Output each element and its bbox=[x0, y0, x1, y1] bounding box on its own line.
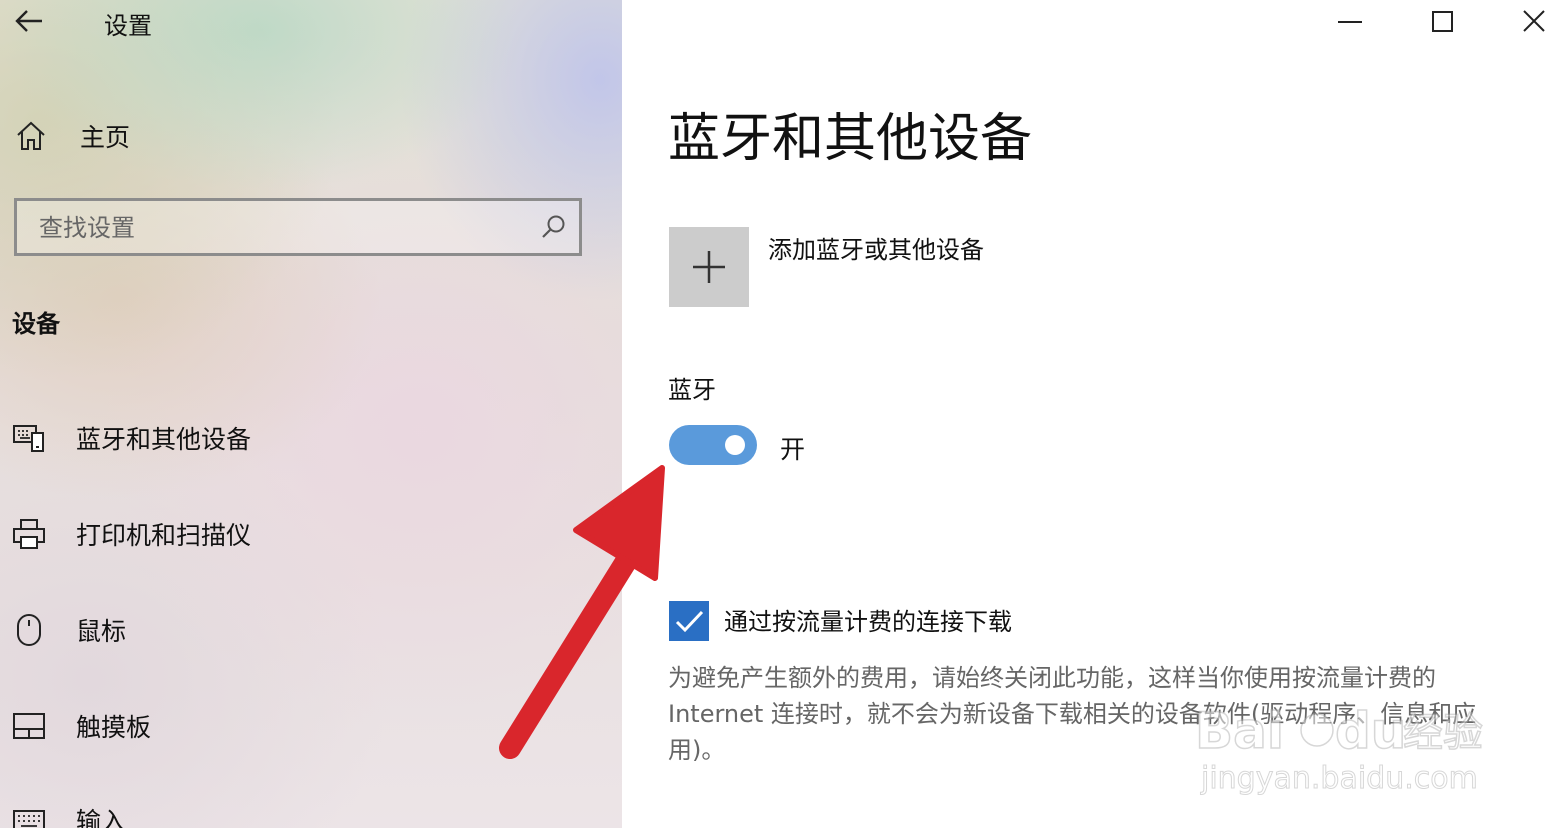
sidebar-item-label: 触摸板 bbox=[76, 713, 152, 742]
plus-icon bbox=[693, 251, 725, 283]
baidu-paw-logo: Bai du 经验 jingyan.baidu.com bbox=[1194, 701, 1484, 796]
add-device-button[interactable] bbox=[669, 227, 749, 307]
mouse-icon bbox=[17, 614, 41, 646]
search-box[interactable] bbox=[14, 198, 582, 256]
sidebar-item-typing[interactable]: 输入 bbox=[12, 798, 126, 828]
sidebar-item-printers[interactable]: 打印机和扫描仪 bbox=[12, 512, 251, 556]
sidebar-item-bluetooth[interactable]: 蓝牙和其他设备 bbox=[12, 416, 251, 460]
bluetooth-label: 蓝牙 bbox=[668, 376, 716, 404]
keyboard-icon bbox=[13, 810, 45, 828]
bluetooth-devices-icon bbox=[13, 425, 44, 452]
bluetooth-toggle-state: 开 bbox=[780, 435, 806, 464]
back-arrow-icon[interactable] bbox=[14, 8, 44, 34]
svg-text:jingyan.baidu.com: jingyan.baidu.com bbox=[1200, 761, 1478, 796]
sidebar-item-home[interactable]: 主页 bbox=[14, 116, 130, 156]
sidebar-item-label: 输入 bbox=[76, 807, 127, 828]
svg-text:du: du bbox=[1335, 702, 1406, 760]
sidebar-item-label: 鼠标 bbox=[76, 617, 127, 646]
bluetooth-toggle[interactable] bbox=[669, 425, 757, 465]
search-input[interactable] bbox=[37, 209, 521, 247]
toggle-knob bbox=[725, 435, 745, 455]
sidebar-item-mouse[interactable]: 鼠标 bbox=[12, 608, 126, 652]
page-title: 蓝牙和其他设备 bbox=[668, 109, 1033, 169]
sidebar-item-label: 主页 bbox=[80, 123, 131, 152]
sidebar-item-label: 打印机和扫描仪 bbox=[76, 521, 252, 550]
sidebar-item-touchpad[interactable]: 触摸板 bbox=[12, 704, 151, 748]
annotation-arrow bbox=[499, 465, 665, 759]
baidu-watermark: Bai du 经验 jingyan.baidu.com bbox=[1194, 690, 1515, 800]
minimize-icon[interactable] bbox=[1330, 6, 1370, 38]
touchpad-icon bbox=[13, 713, 45, 739]
printer-icon bbox=[13, 519, 45, 549]
home-icon bbox=[17, 121, 45, 150]
metered-download-label[interactable]: 通过按流量计费的连接下载 bbox=[724, 602, 1012, 637]
maximize-icon[interactable] bbox=[1422, 6, 1462, 38]
svg-text:经验: 经验 bbox=[1403, 710, 1483, 756]
svg-text:Bai: Bai bbox=[1195, 702, 1284, 760]
app-title: 设置 bbox=[104, 12, 152, 40]
search-icon[interactable] bbox=[539, 213, 567, 241]
sidebar-item-label: 蓝牙和其他设备 bbox=[76, 425, 252, 454]
close-icon[interactable] bbox=[1514, 6, 1554, 38]
add-device-label[interactable]: 添加蓝牙或其他设备 bbox=[768, 230, 984, 265]
section-title: 设备 bbox=[12, 310, 60, 338]
